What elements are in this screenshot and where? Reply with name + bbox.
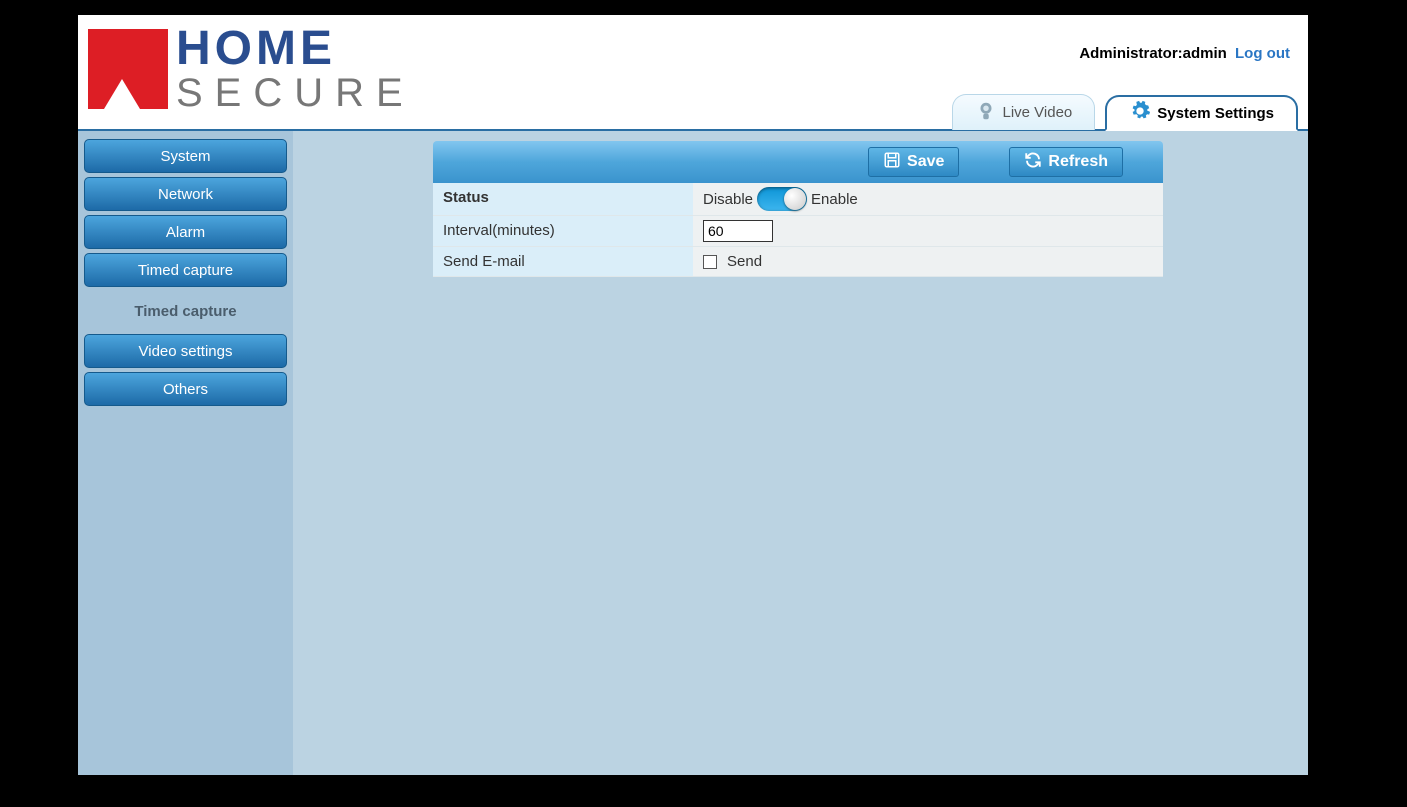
save-button[interactable]: Save [868, 147, 959, 177]
tab-system-settings-label: System Settings [1157, 105, 1274, 122]
sidebar-item-video-settings[interactable]: Video settings [84, 334, 287, 368]
sidebar-sub-timed-capture[interactable]: Timed capture [84, 291, 287, 334]
row-email: Send E-mail Send [433, 247, 1163, 277]
settings-panel: Save Refresh Status Disable [433, 141, 1163, 277]
tab-system-settings[interactable]: System Settings [1105, 95, 1298, 131]
header: HOME SECURE Administrator:admin Log out … [78, 15, 1308, 131]
body: System Network Alarm Timed capture Timed… [78, 131, 1308, 775]
row-status: Status Disable Enable [433, 183, 1163, 216]
toolbar: Save Refresh [433, 141, 1163, 183]
toggle-knob [784, 188, 806, 210]
logout-link[interactable]: Log out [1235, 45, 1290, 62]
gear-icon [1129, 100, 1151, 126]
status-enable-text: Enable [811, 191, 858, 208]
user-name: admin [1183, 45, 1227, 62]
sidebar: System Network Alarm Timed capture Timed… [78, 131, 293, 775]
tab-live-video-label: Live Video [1003, 104, 1073, 121]
sidebar-item-system[interactable]: System [84, 139, 287, 173]
content-area: Save Refresh Status Disable [293, 131, 1308, 775]
status-label: Status [433, 183, 693, 215]
email-value-cell: Send [693, 247, 1163, 276]
interval-label: Interval(minutes) [433, 216, 693, 246]
save-label: Save [907, 153, 944, 171]
logo: HOME SECURE [88, 25, 415, 113]
email-label: Send E-mail [433, 247, 693, 276]
status-toggle[interactable] [757, 187, 807, 211]
header-user-area: Administrator:admin Log out [1079, 45, 1290, 62]
sidebar-item-others[interactable]: Others [84, 372, 287, 406]
row-interval: Interval(minutes) [433, 216, 1163, 247]
logo-text: HOME SECURE [176, 25, 415, 113]
refresh-icon [1024, 151, 1042, 174]
interval-input[interactable] [703, 220, 773, 242]
status-disable-text: Disable [703, 191, 753, 208]
main-tabs: Live Video System Settings [942, 94, 1299, 129]
sidebar-item-timed-capture[interactable]: Timed capture [84, 253, 287, 287]
logo-icon [88, 29, 168, 109]
sidebar-item-alarm[interactable]: Alarm [84, 215, 287, 249]
save-icon [883, 151, 901, 174]
camera-icon [975, 100, 997, 126]
sidebar-item-network[interactable]: Network [84, 177, 287, 211]
refresh-button[interactable]: Refresh [1009, 147, 1123, 177]
logo-secure: SECURE [176, 73, 415, 113]
send-email-checkbox[interactable] [703, 255, 717, 269]
status-value-cell: Disable Enable [693, 183, 1163, 215]
send-email-checkbox-label: Send [727, 253, 762, 270]
logo-home: HOME [176, 25, 415, 73]
app-window: HOME SECURE Administrator:admin Log out … [78, 15, 1308, 775]
tab-live-video[interactable]: Live Video [952, 94, 1096, 130]
user-prefix: Administrator: [1079, 45, 1182, 62]
refresh-label: Refresh [1048, 153, 1108, 171]
interval-value-cell [693, 216, 1163, 246]
